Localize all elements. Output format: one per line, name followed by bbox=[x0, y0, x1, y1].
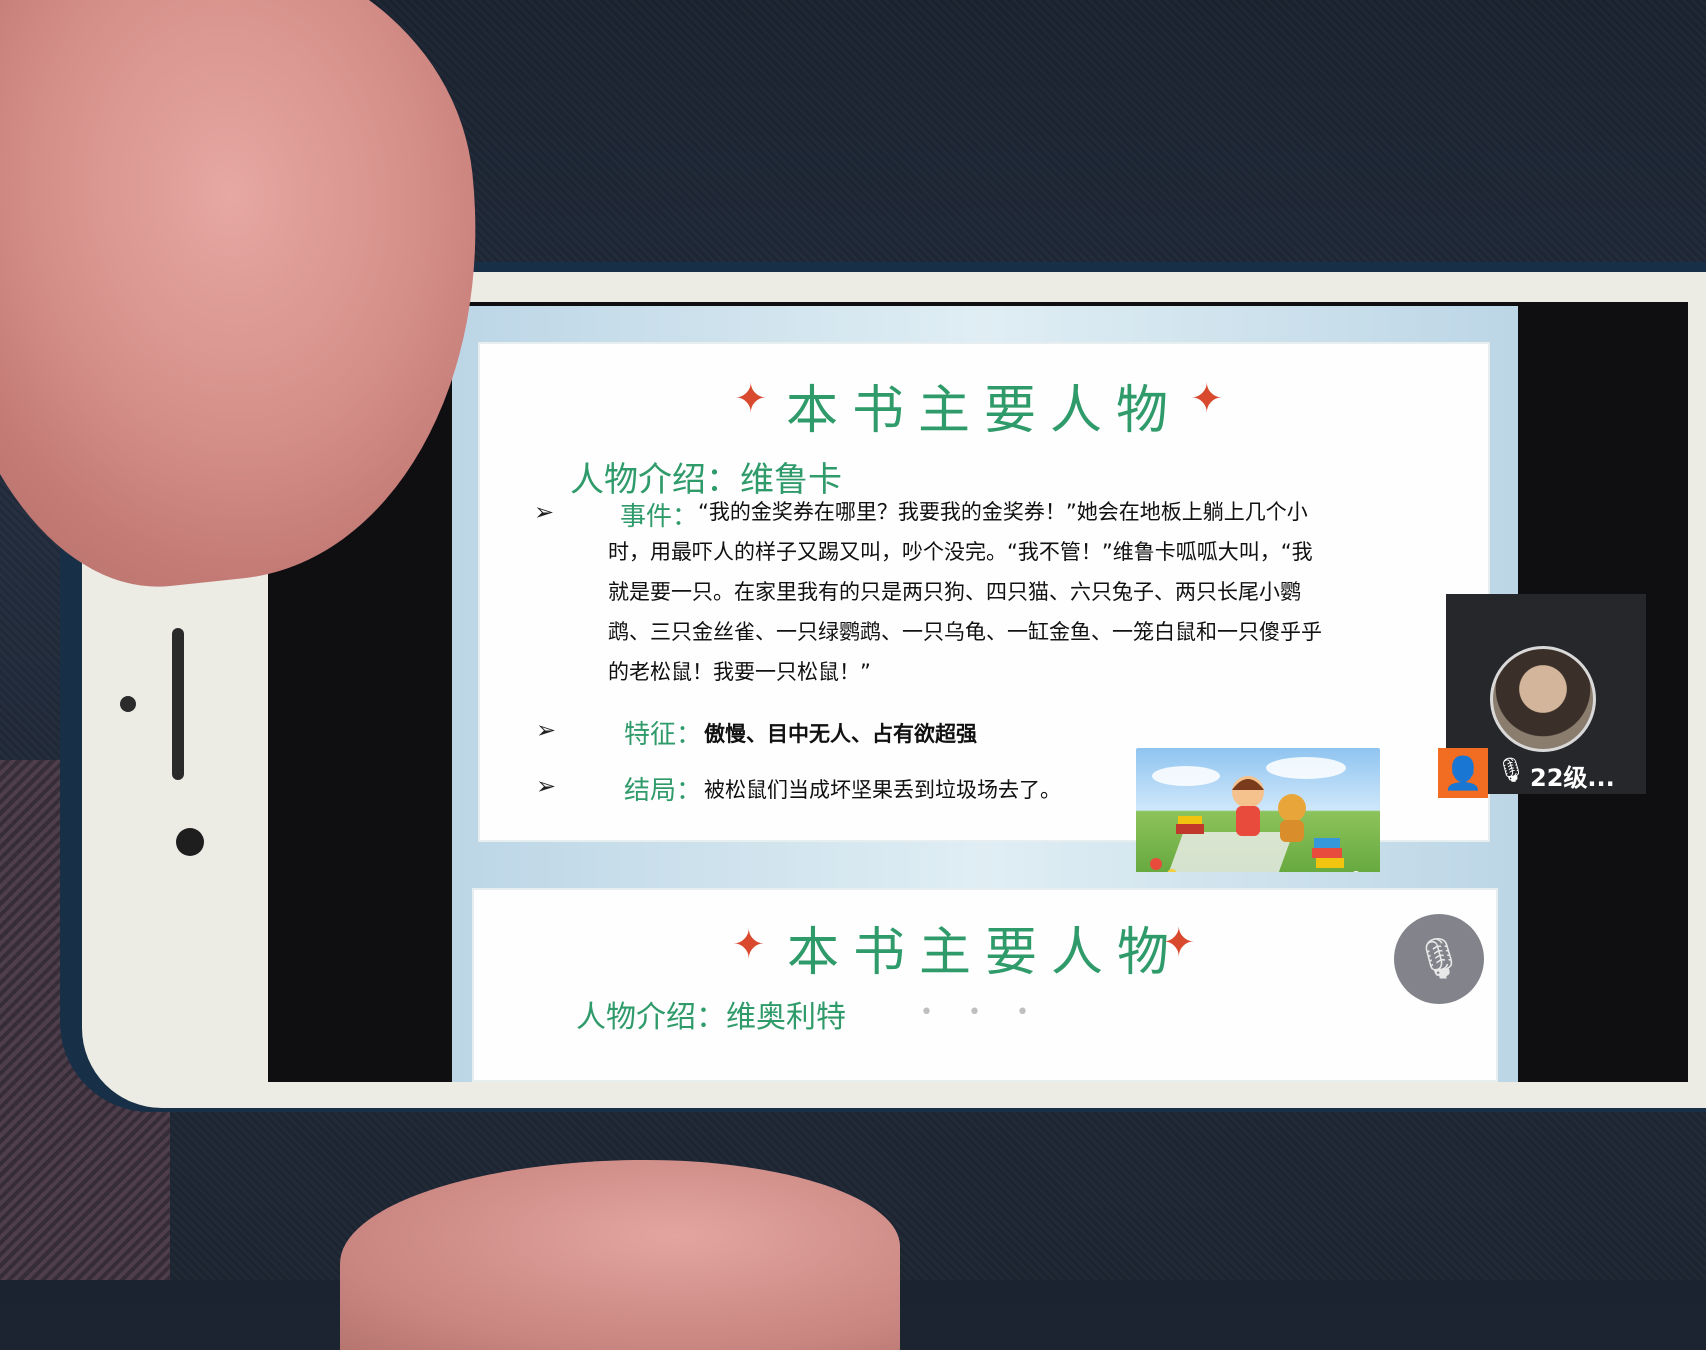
slide-1-content: ✦ 本书主要人物 ✦ 人物介绍：维鲁卡 ➢ 事件： “我的金奖券在哪里？我要我的… bbox=[478, 342, 1490, 886]
slide-1-title: 本书主要人物 bbox=[785, 381, 1182, 441]
participant-name: 22级... bbox=[1530, 764, 1615, 792]
user-icon[interactable]: 👤 bbox=[1438, 748, 1488, 798]
participant-avatar bbox=[1490, 646, 1596, 752]
bullet-arrow-icon: ➢ bbox=[534, 498, 555, 526]
trait-label: 特征： bbox=[624, 720, 703, 750]
slide-1[interactable]: ✦ 本书主要人物 ✦ 人物介绍：维鲁卡 ➢ 事件： “我的金奖券在哪里？我要我的… bbox=[452, 306, 1518, 886]
reading-children-illustration bbox=[1136, 748, 1380, 886]
bird-right-icon: ✦ bbox=[1190, 376, 1224, 422]
trait-value: 傲慢、目中无人、占有欲超强 bbox=[704, 722, 977, 746]
event-line: 就是要一只。在家里我有的只是两只狗、四只猫、六只兔子、两只长尾小鹦 bbox=[608, 580, 1301, 604]
ending-label: 结局： bbox=[624, 776, 703, 806]
event-line: “我的金奖券在哪里？我要我的金奖券！”她会在地板上躺上几个小 bbox=[698, 500, 1308, 524]
slide-2[interactable]: ✦ 本书主要人物 ✦ 人物介绍：维奥利特 • • • bbox=[452, 872, 1518, 1082]
slide-2-content: ✦ 本书主要人物 ✦ 人物介绍：维奥利特 • • • bbox=[472, 888, 1498, 1082]
earpiece-speaker bbox=[172, 628, 184, 780]
event-line: 时，用最吓人的样子又踢又叫，吵个没完。“我不管！”维鲁卡呱呱大叫，“我 bbox=[608, 540, 1313, 564]
character-intro: 人物介绍：维奥利特 bbox=[576, 1000, 846, 1035]
event-line: 的老松鼠！我要一只松鼠！” bbox=[608, 660, 871, 684]
bullet-arrow-icon: ➢ bbox=[536, 716, 557, 744]
event-label: 事件： bbox=[620, 502, 699, 532]
page-dots: • • • bbox=[920, 1000, 1043, 1025]
bullet-arrow-icon: ➢ bbox=[536, 772, 557, 800]
ending-value: 被松鼠们当成坏坚果丢到垃圾场去了。 bbox=[704, 778, 1061, 802]
event-line: 鹉、三只金丝雀、一只绿鹦鹉、一只乌龟、一缸金鱼、一笼白鼠和一只傻乎乎 bbox=[608, 620, 1322, 644]
proximity-sensor bbox=[120, 696, 136, 712]
slide-2-title: 本书主要人物 bbox=[786, 923, 1183, 983]
muted-mic-icon: 🎙 bbox=[1413, 936, 1465, 982]
bird-right-icon: ✦ bbox=[1162, 920, 1196, 966]
front-camera bbox=[176, 828, 204, 856]
slide-viewer[interactable]: ✦ 本书主要人物 ✦ 人物介绍：维鲁卡 ➢ 事件： “我的金奖券在哪里？我要我的… bbox=[452, 306, 1518, 1082]
mute-button[interactable]: 🎙 bbox=[1394, 914, 1484, 1004]
mic-icon: 🎙 bbox=[1496, 756, 1527, 784]
